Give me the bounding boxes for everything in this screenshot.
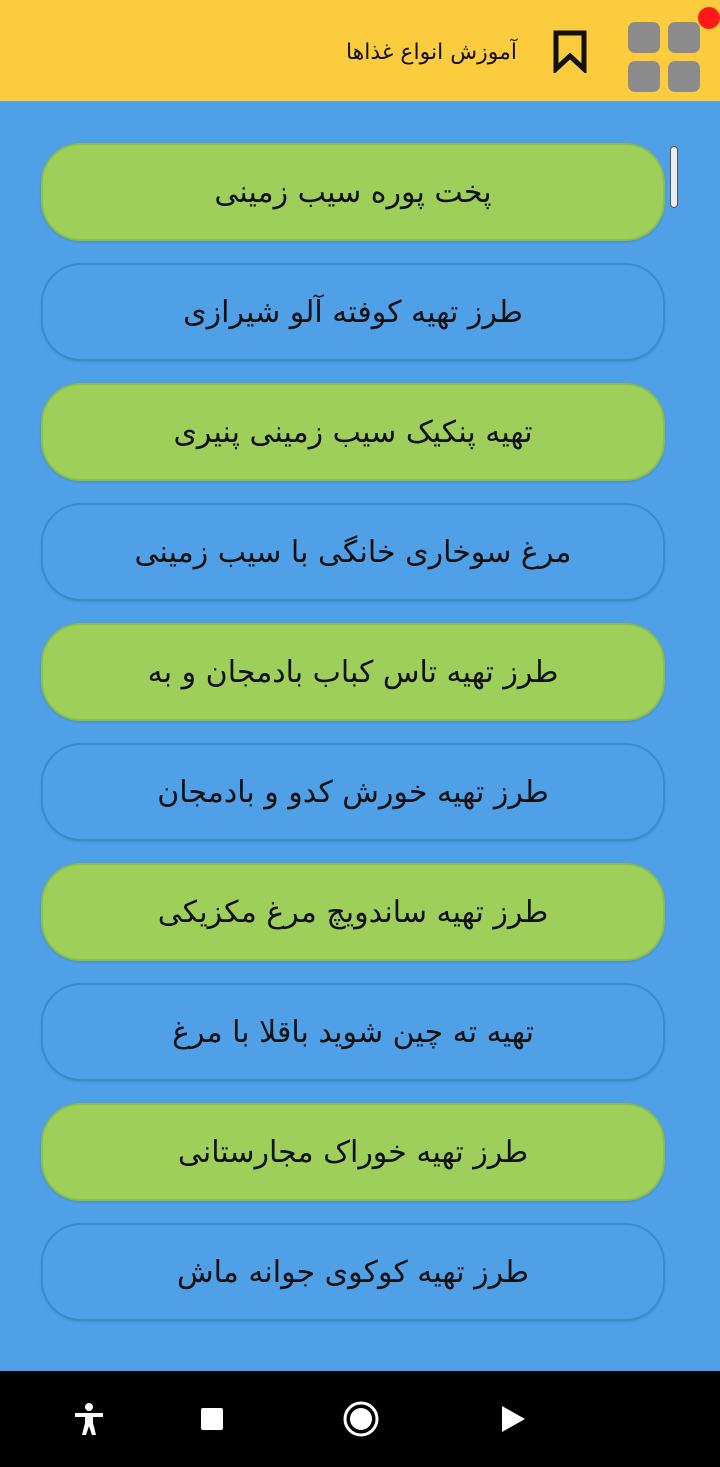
list-item[interactable]: تهیه پنکیک سیب زمینی پنیری (41, 383, 665, 481)
system-nav-bar (0, 1371, 720, 1467)
list-item[interactable]: تهیه ته چین شوید باقلا با مرغ (41, 983, 665, 1081)
back-icon[interactable] (499, 1404, 527, 1434)
list-item[interactable]: مرغ سوخاری خانگی با سیب زمینی (41, 503, 665, 601)
scrollbar-thumb[interactable] (670, 146, 678, 208)
recents-icon[interactable] (200, 1407, 224, 1431)
notification-dot-icon (698, 7, 720, 29)
list-item[interactable]: طرز تهیه کوفته آلو شیرازی (41, 263, 665, 361)
page-title: آموزش انواع غذاها (345, 40, 517, 65)
list-item[interactable]: طرز تهیه ساندویچ مرغ مکزیکی (41, 863, 665, 961)
list-item[interactable]: طرز تهیه خورش کدو و بادمجان (41, 743, 665, 841)
bookmark-icon[interactable] (549, 29, 591, 73)
list-item[interactable]: طرز تهیه کوکوی جوانه ماش (41, 1223, 665, 1321)
app-bar: آموزش انواع غذاها (0, 0, 720, 101)
accessibility-icon[interactable] (72, 1401, 106, 1437)
list-item[interactable]: پخت پوره سیب زمینی (41, 143, 665, 241)
list-item[interactable]: طرز تهیه تاس کباب بادمجان و به (41, 623, 665, 721)
home-icon[interactable] (342, 1400, 380, 1438)
grid-menu-icon[interactable] (628, 7, 720, 94)
list-item[interactable]: طرز تهیه خوراک مجارستانی (41, 1103, 665, 1201)
